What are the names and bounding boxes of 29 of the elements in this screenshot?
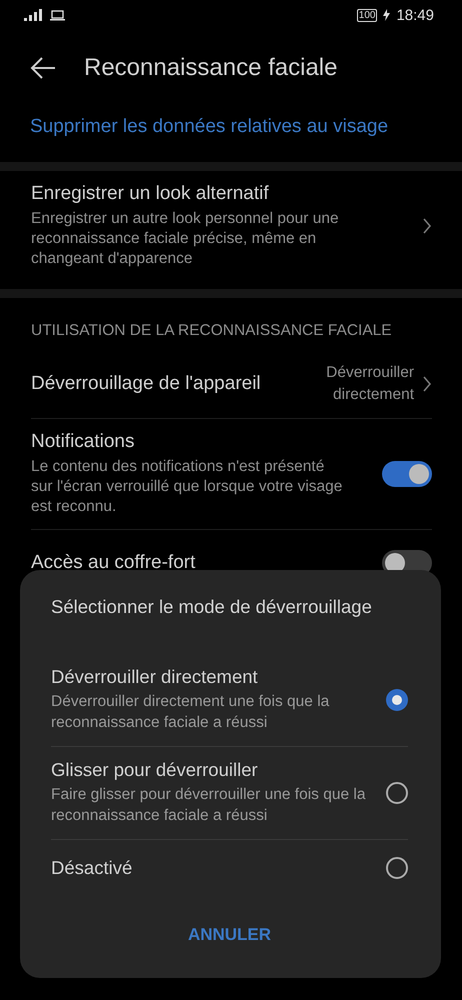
battery-indicator: 100: [356, 8, 378, 22]
clock-time: 18:49: [396, 6, 434, 24]
option-description: Faire glisser pour déverrouiller une fois que la reconnaissance faciale a réussi: [51, 785, 366, 826]
setting-value: Déverrouiller directement: [325, 363, 414, 405]
option-title: Déverrouiller directement: [51, 666, 259, 688]
toggle-switch[interactable]: [382, 461, 432, 487]
setting-description: Enregistrer un autre look personnel pour une reconnaissance faciale précise, même en changeant d'apparence: [31, 209, 340, 269]
setting-title: Enregistrer un look alternatif: [31, 183, 270, 205]
setting-description: Le contenu des notifications n'est présenté sur l'écran verrouillé que lorsque votre visage est reconnu.: [31, 457, 344, 517]
radio-button[interactable]: [386, 782, 408, 804]
chevron-icon: [422, 376, 432, 392]
laptop-icon: [50, 10, 65, 20]
setting-title: Accès au coffre-fort: [31, 552, 196, 574]
charging-icon: [383, 9, 390, 21]
option-description: Déverrouiller directement une fois que la reconnaissance faciale a réussi: [51, 692, 330, 733]
back-icon[interactable]: [30, 57, 56, 79]
option-title: Glisser pour déverrouiller: [51, 759, 259, 781]
setting-title: Déverrouillage de l'appareil: [31, 373, 262, 395]
radio-button[interactable]: [386, 857, 408, 879]
dialog-title: Sélectionner le mode de déverrouillage: [51, 596, 373, 619]
page-title: Reconnaissance faciale: [84, 54, 338, 82]
signal-icon: [22, 9, 44, 21]
delete-data-link[interactable]: Supprimer les données relatives au visage: [0, 106, 462, 158]
option-title: Désactivé: [51, 857, 134, 879]
cancel-button[interactable]: ANNULER: [172, 917, 288, 953]
section-heading: UTILISATION DE LA RECONNAISSANCE FACIALE: [30, 321, 393, 341]
radio-button[interactable]: [386, 688, 408, 710]
setting-title: Notifications: [31, 431, 136, 453]
chevron-icon: [422, 218, 432, 234]
